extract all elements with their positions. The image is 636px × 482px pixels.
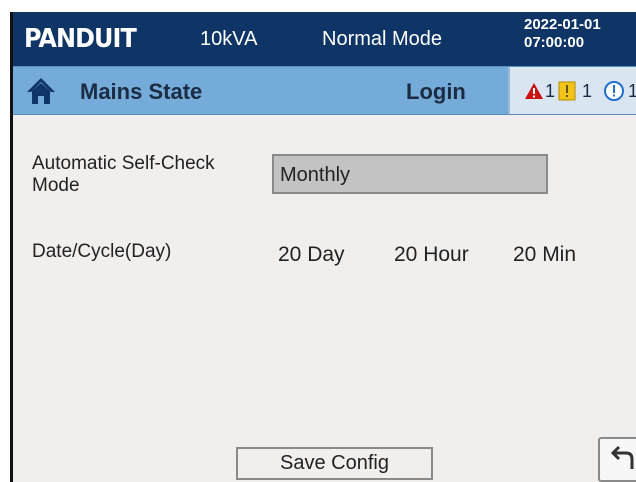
home-icon[interactable] [26, 77, 56, 105]
alarm-warning[interactable]: 1 [558, 80, 592, 102]
alarm-warning-count: 1 [582, 80, 593, 101]
time-text: 07:00:00 [524, 34, 585, 51]
warning-triangle-icon [525, 83, 543, 99]
operating-mode: Normal Mode [322, 28, 443, 50]
device-screen: PANDUIT 10kVA Normal Mode 2022-01-01 07:… [10, 12, 636, 482]
top-header: PANDUIT 10kVA Normal Mode 2022-01-01 07:… [10, 12, 636, 66]
alarm-critical[interactable]: 1 [524, 80, 555, 102]
self-check-label-line1: Automatic Self-Check [32, 153, 215, 174]
cycle-day-value[interactable]: 20 Day [278, 243, 345, 267]
alarm-info[interactable]: 1 [604, 80, 636, 102]
back-button[interactable] [598, 437, 636, 482]
self-check-mode-select[interactable]: Monthly [272, 154, 548, 194]
page-title: Mains State [80, 79, 203, 104]
back-arrow-icon [610, 445, 634, 469]
cycle-label: Date/Cycle(Day) [32, 241, 172, 262]
save-config-button[interactable]: Save Config [236, 447, 433, 480]
cycle-hour-value[interactable]: 20 Hour [394, 243, 469, 267]
self-check-label-line2: Mode [32, 175, 80, 196]
alarm-critical-count: 1 [545, 80, 556, 101]
date-text: 2022-01-01 [524, 16, 601, 33]
screen-bezel [10, 12, 13, 482]
cycle-min-value[interactable]: 20 Min [513, 243, 576, 267]
navigation-bar: Mains State Login 1 1 1 [10, 66, 636, 115]
login-button[interactable]: Login [406, 79, 466, 105]
date-time: 2022-01-01 07:00:00 [524, 16, 601, 52]
self-check-label: Automatic Self-Check Mode [32, 153, 215, 197]
info-circle-icon [604, 81, 624, 101]
panduit-logo: PANDUIT [24, 24, 137, 54]
alarm-info-count: 1 [628, 80, 636, 101]
alarm-summary[interactable]: 1 1 1 [508, 67, 636, 114]
power-rating: 10kVA [200, 28, 258, 50]
caution-square-icon [558, 81, 576, 101]
